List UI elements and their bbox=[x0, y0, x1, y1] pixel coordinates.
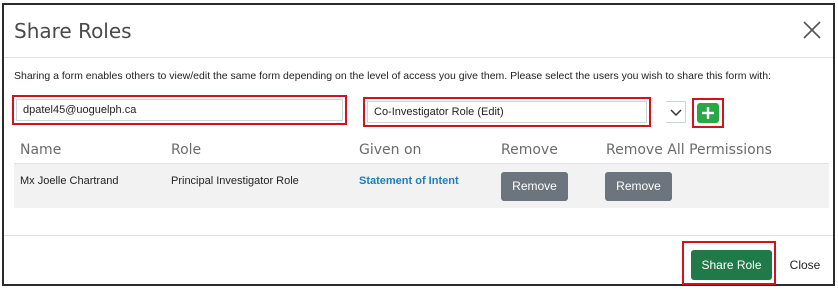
modal-header: Share Roles bbox=[4, 5, 833, 58]
row-given-on-link[interactable]: Statement of Intent bbox=[359, 175, 459, 187]
row-role: Principal Investigator Role bbox=[171, 175, 299, 187]
role-select[interactable]: Co-Investigator Role (Edit) bbox=[367, 101, 647, 123]
footer-divider bbox=[4, 235, 833, 236]
row-name: Mx Joelle Chartrand bbox=[20, 175, 119, 187]
modal-title: Share Roles bbox=[14, 19, 132, 43]
add-user-button[interactable] bbox=[697, 103, 719, 123]
header-remove-all: Remove All Permissions bbox=[606, 142, 772, 158]
remove-all-button[interactable]: Remove bbox=[605, 172, 672, 201]
close-icon[interactable] bbox=[801, 19, 823, 41]
header-given-on: Given on bbox=[359, 142, 422, 158]
header-remove: Remove bbox=[501, 142, 558, 158]
remove-button[interactable]: Remove bbox=[501, 172, 568, 201]
share-role-button[interactable]: Share Role bbox=[691, 250, 772, 280]
chevron-down-icon[interactable] bbox=[666, 101, 686, 123]
user-email-input[interactable]: dpatel45@uoguelph.ca bbox=[16, 99, 343, 121]
plus-icon bbox=[702, 107, 714, 119]
close-button[interactable]: Close bbox=[780, 250, 830, 280]
intro-text: Sharing a form enables others to view/ed… bbox=[14, 70, 771, 82]
header-role: Role bbox=[171, 142, 202, 158]
share-roles-modal: Share Roles Sharing a form enables other… bbox=[2, 3, 835, 286]
header-name: Name bbox=[20, 142, 62, 158]
